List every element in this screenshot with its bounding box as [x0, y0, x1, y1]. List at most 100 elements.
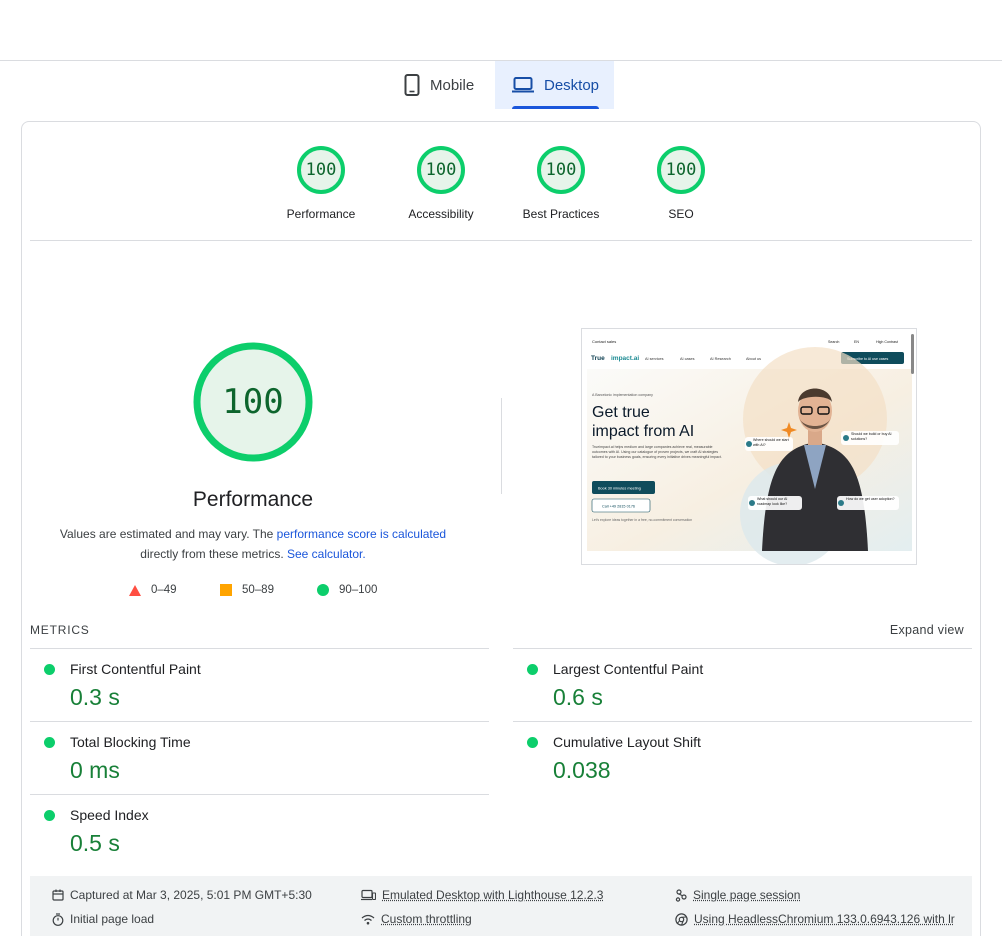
- metric-value: 0.3 s: [70, 684, 120, 710]
- performance-note: Values are estimated and may vary. The p…: [40, 524, 466, 564]
- metric-label: Largest Contentful Paint: [553, 661, 704, 677]
- shot-nav-cases: AI cases: [680, 357, 695, 361]
- top-bar: [0, 0, 1002, 61]
- shot-contrast: High Contrast: [876, 340, 898, 344]
- shot-body: Trueimpact.ai helps medium and large com…: [592, 445, 722, 459]
- score-calculated-link[interactable]: performance score is calculated: [277, 527, 446, 541]
- vertical-divider: [501, 398, 502, 494]
- shot-contact: Contact sales: [592, 339, 616, 344]
- calendar-icon: [52, 889, 64, 901]
- final-screenshot[interactable]: Contact sales Search EN High Contrast Tr…: [581, 328, 917, 565]
- gauge-score: 100: [305, 160, 337, 180]
- timer-icon: [52, 912, 64, 926]
- legend-fail: 0–49: [129, 584, 177, 596]
- shot-nav-services: AI services: [645, 357, 664, 361]
- legend-pass-label: 90–100: [339, 584, 378, 596]
- laptop-icon: [512, 77, 534, 93]
- browser-item[interactable]: Using HeadlessChromium 133.0.6943.126 wi…: [675, 912, 955, 926]
- metric-value: 0.038: [553, 757, 611, 783]
- emulated-text: Emulated Desktop with Lighthouse 12.2.3: [382, 888, 604, 902]
- throttling-item[interactable]: Custom throttling: [361, 912, 472, 926]
- category-gauges: 100 Performance 100 Accessibility 100 Be…: [0, 146, 1002, 226]
- metric-tbt: Total Blocking Time 0 ms: [30, 722, 450, 792]
- pass-dot-icon: [44, 664, 55, 675]
- shot-logo-true: True: [591, 355, 605, 362]
- metric-value: 0 ms: [70, 757, 120, 783]
- note-text-2: directly from these metrics.: [140, 547, 284, 561]
- shot-bubble-4: How do we get user adoption?: [846, 497, 895, 501]
- gauge-performance[interactable]: 100 Performance: [261, 146, 381, 221]
- gauge-score: 100: [665, 160, 697, 180]
- pass-dot-icon: [44, 737, 55, 748]
- tab-desktop[interactable]: Desktop: [495, 61, 614, 109]
- tab-mobile-label: Mobile: [430, 76, 475, 94]
- shot-eyebrow: A Barcelonic implementation company: [592, 393, 653, 397]
- performance-gauge: 100: [192, 341, 314, 463]
- mobile-icon: [404, 74, 420, 96]
- runtime-settings: Captured at Mar 3, 2025, 5:01 PM GMT+5:3…: [30, 876, 972, 936]
- emulated-item[interactable]: Emulated Desktop with Lighthouse 12.2.3: [361, 888, 603, 902]
- tab-mobile[interactable]: Mobile: [396, 61, 494, 109]
- gauge-label: Accessibility: [408, 207, 474, 221]
- gauge-label: Best Practices: [522, 207, 600, 221]
- shot-nav-research: AI Research: [710, 357, 731, 361]
- shot-headline-2: impact from AI: [592, 423, 694, 440]
- pass-dot-icon: [527, 664, 538, 675]
- expand-view-toggle[interactable]: Expand view: [890, 623, 964, 637]
- legend-average: 50–89: [220, 584, 274, 596]
- gauge-accessibility[interactable]: 100 Accessibility: [381, 146, 501, 221]
- performance-title: Performance: [192, 488, 314, 511]
- device-tabs: Mobile Desktop: [0, 61, 1002, 109]
- circle-icon: [317, 584, 329, 596]
- legend-average-label: 50–89: [242, 584, 274, 596]
- shot-cta: Book 30 minutes meeting: [598, 487, 641, 491]
- score-ring: 100: [417, 146, 465, 194]
- gauge-score: 100: [425, 160, 457, 180]
- metric-fcp: First Contentful Paint 0.3 s: [30, 649, 450, 719]
- see-calculator-link[interactable]: See calculator.: [287, 547, 366, 561]
- shot-logo-impact: impact.ai: [611, 355, 639, 362]
- session-icon: [675, 888, 687, 902]
- square-icon: [220, 584, 232, 596]
- devices-icon: [361, 889, 376, 901]
- gauge-score: 100: [545, 160, 577, 180]
- tab-desktop-label: Desktop: [544, 76, 600, 94]
- initial-load-text: Initial page load: [70, 912, 155, 926]
- triangle-icon: [129, 584, 141, 596]
- metric-label: First Contentful Paint: [70, 661, 201, 677]
- captured-text: Captured at Mar 3, 2025, 5:01 PM GMT+5:3…: [70, 888, 312, 902]
- metric-label: Speed Index: [70, 807, 149, 823]
- metric-value: 0.5 s: [70, 830, 120, 856]
- shot-sub: Let's explore ideas together in a free, …: [592, 518, 692, 522]
- browser-text: Using HeadlessChromium 133.0.6943.126 wi…: [694, 912, 955, 926]
- section-divider: [30, 240, 972, 241]
- shot-bubble-3: What should our AI roadmap look like?: [757, 497, 788, 506]
- shot-call: Call +49 2815 0176: [602, 505, 635, 509]
- gauge-label: SEO: [668, 207, 694, 221]
- metric-label: Total Blocking Time: [70, 734, 191, 750]
- metric-lcp: Largest Contentful Paint 0.6 s: [513, 649, 933, 719]
- score-ring: 100: [297, 146, 345, 194]
- throttling-text: Custom throttling: [381, 912, 472, 926]
- shot-bubble-1: Where should we start with AI?: [753, 438, 789, 447]
- captured-item: Captured at Mar 3, 2025, 5:01 PM GMT+5:3…: [52, 888, 312, 902]
- initial-load-item: Initial page load: [52, 912, 154, 926]
- session-text: Single page session: [693, 888, 801, 902]
- shot-bubble-2: Should we build or buy AI solutions?: [851, 432, 892, 441]
- session-item[interactable]: Single page session: [675, 888, 800, 902]
- gauge-label: Performance: [286, 207, 356, 221]
- metric-value: 0.6 s: [553, 684, 603, 710]
- shot-nav-about: About us: [746, 357, 761, 361]
- legend-pass: 90–100: [317, 584, 377, 596]
- wifi-icon: [361, 914, 375, 924]
- metric-cls: Cumulative Layout Shift 0.038: [513, 722, 933, 792]
- legend-fail-label: 0–49: [151, 584, 177, 596]
- note-text: Values are estimated and may vary. The: [59, 527, 277, 541]
- metric-si: Speed Index 0.5 s: [30, 795, 450, 865]
- shot-headline-1: Get true: [592, 404, 650, 421]
- gauge-seo[interactable]: 100 SEO: [621, 146, 741, 221]
- metrics-title: METRICS: [30, 623, 90, 637]
- chrome-icon: [675, 912, 688, 926]
- pass-dot-icon: [527, 737, 538, 748]
- gauge-best-practices[interactable]: 100 Best Practices: [501, 146, 621, 221]
